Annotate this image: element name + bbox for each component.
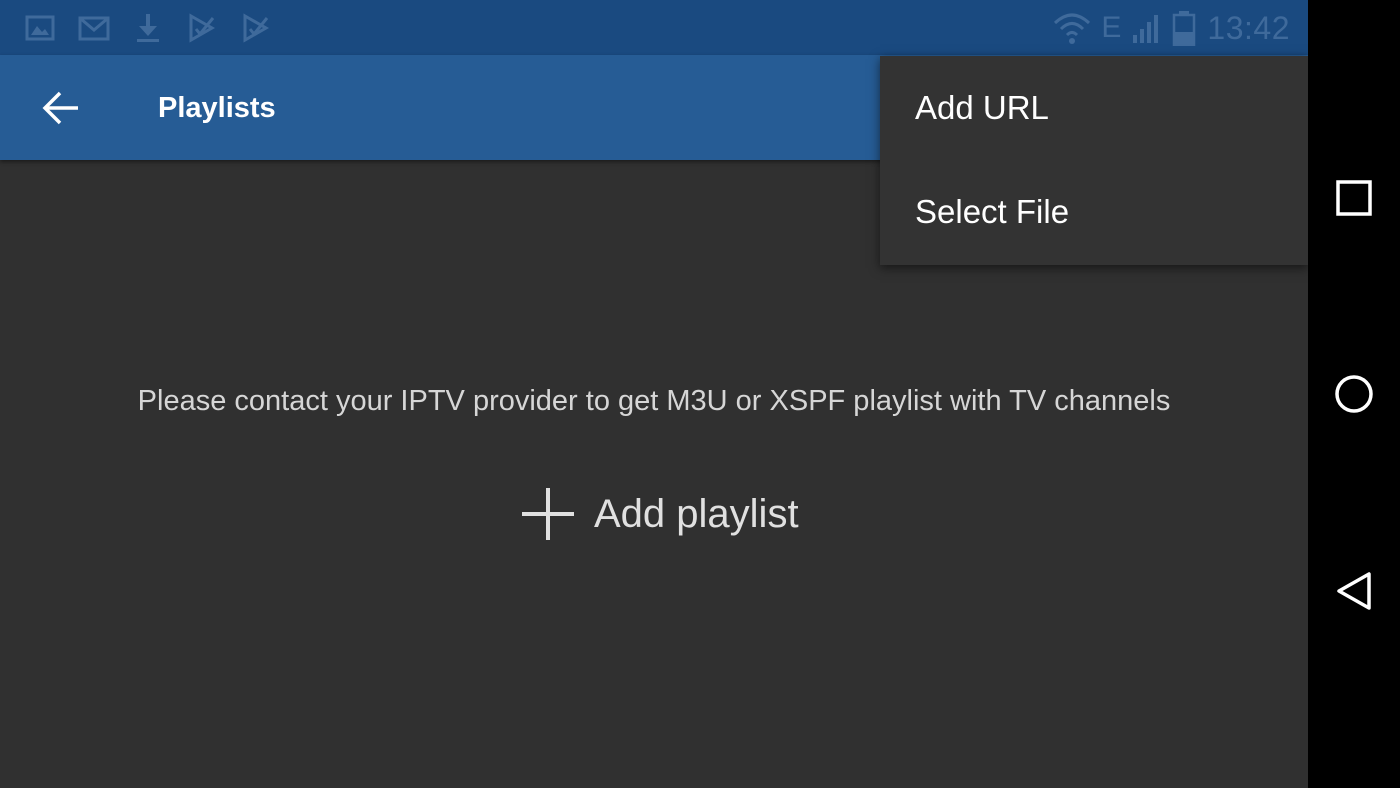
arrow-back-icon: [42, 91, 78, 125]
system-status: E 13:42: [1053, 8, 1290, 48]
add-playlist-label: Add playlist: [594, 492, 799, 536]
network-type: E: [1101, 11, 1122, 44]
page-title: Playlists: [158, 92, 276, 124]
wifi-icon: [1054, 13, 1091, 44]
navigation-bar: [1308, 0, 1400, 788]
play-store-icon: [189, 13, 216, 43]
menu-item-select-file[interactable]: Select File: [880, 160, 1308, 264]
notification-icons: [24, 12, 272, 44]
battery-icon: [1173, 11, 1196, 46]
home-button[interactable]: [1324, 364, 1384, 424]
gallery-icon: [25, 15, 55, 41]
menu-item-add-url[interactable]: Add URL: [880, 56, 1308, 160]
recent-apps-button[interactable]: [1324, 168, 1384, 228]
app-screen: E 13:42 Playlists Please contact your IP…: [0, 0, 1308, 788]
play-store-icon: [243, 13, 270, 43]
signal-icon: [1133, 15, 1159, 43]
recent-apps-icon: [1336, 180, 1372, 216]
add-playlist-button[interactable]: Add playlist: [520, 484, 799, 544]
home-icon: [1335, 375, 1373, 413]
overflow-menu: Add URL Select File: [880, 56, 1308, 265]
empty-state-message: Please contact your IPTV provider to get…: [137, 385, 1171, 417]
download-icon: [137, 14, 159, 42]
status-bar: E 13:42: [0, 0, 1308, 55]
gmail-icon: [78, 16, 110, 41]
back-button[interactable]: [30, 77, 92, 139]
nav-back-button[interactable]: [1324, 561, 1384, 621]
back-icon: [1337, 572, 1371, 610]
plus-icon: [522, 488, 574, 540]
clock: 13:42: [1207, 10, 1290, 46]
